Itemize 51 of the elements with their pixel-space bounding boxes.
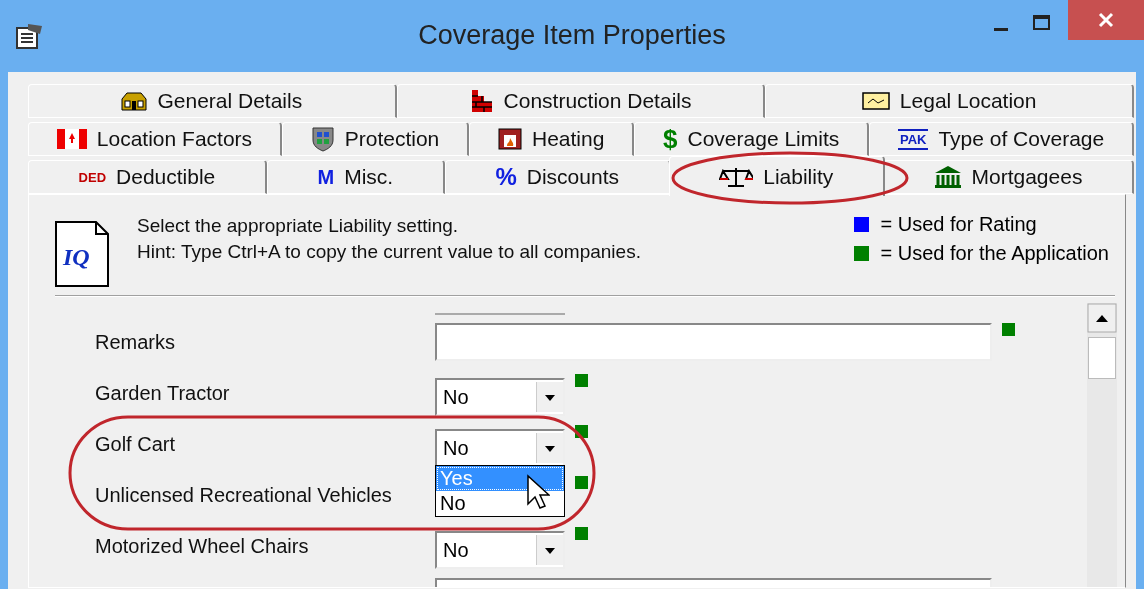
field-label: Motorized Wheel Chairs: [95, 534, 310, 558]
legend-label: = Used for Rating: [880, 213, 1037, 236]
tab[interactable]: PAK Type of Coverage: [869, 122, 1134, 156]
tab[interactable]: M Misc.: [266, 160, 445, 194]
tab[interactable]: Legal Location: [765, 84, 1134, 118]
dropdown-field[interactable]: No: [435, 378, 565, 416]
field-label: Remarks: [95, 330, 176, 354]
tab[interactable]: Liability: [668, 156, 885, 196]
window-title: Coverage Item Properties: [418, 20, 726, 51]
tab[interactable]: Location Factors: [28, 122, 282, 156]
dropdown-field[interactable]: No: [435, 429, 565, 467]
tab[interactable]: DED Deductible: [28, 160, 267, 194]
dropdown-arrow-icon[interactable]: [536, 382, 563, 412]
tab[interactable]: Mortgagees: [882, 160, 1135, 194]
field-label: Golf Cart: [95, 432, 177, 456]
tab[interactable]: General Details: [28, 84, 397, 118]
tab[interactable]: $ Coverage Limits: [634, 122, 870, 156]
instruction-text: Hint: Type Ctrl+A to copy the current value to all companies.: [137, 240, 641, 264]
close-button[interactable]: [1068, 0, 1144, 40]
flag-icon: [56, 129, 87, 149]
bricks-icon: [469, 90, 494, 112]
dropdown-arrow-icon[interactable]: [536, 535, 563, 565]
remarks-field[interactable]: [435, 323, 992, 361]
dropdown-option[interactable]: No: [436, 491, 564, 516]
dropdown-arrow-icon[interactable]: [536, 433, 563, 463]
logo-text: IQ: [63, 244, 90, 270]
bank-icon: [933, 165, 962, 189]
glyph-icon: %: [495, 163, 517, 191]
tab[interactable]: Heating: [469, 122, 635, 156]
scroll-thumb[interactable]: [1088, 337, 1116, 379]
map-icon: [861, 91, 890, 111]
house-icon: [121, 91, 148, 111]
fireplace-icon: [498, 128, 522, 150]
scales-icon: [719, 165, 754, 188]
field-label: Garden Tractor: [95, 381, 231, 405]
glyph-icon: DED: [78, 169, 107, 185]
mouse-pointer-icon: [526, 474, 550, 510]
scroll-up-icon[interactable]: [1087, 303, 1117, 333]
scrollbar[interactable]: [1087, 303, 1117, 587]
glyph-icon: $: [663, 123, 678, 155]
tab[interactable]: Construction Details: [396, 84, 766, 118]
dropdown-field[interactable]: No: [435, 531, 565, 569]
legend-label: = Used for the Application: [880, 242, 1109, 265]
field-label: Unlicensed Recreational Vehicles: [95, 483, 393, 507]
instruction-text: Select the appropriate Liability setting.: [137, 214, 460, 238]
document-icon: [55, 221, 109, 287]
glyph-icon: M: [317, 165, 335, 189]
shield-icon: [310, 126, 335, 152]
tab[interactable]: Protection: [281, 122, 470, 156]
tab[interactable]: % Discounts: [444, 160, 671, 194]
properties-icon: [14, 22, 44, 50]
